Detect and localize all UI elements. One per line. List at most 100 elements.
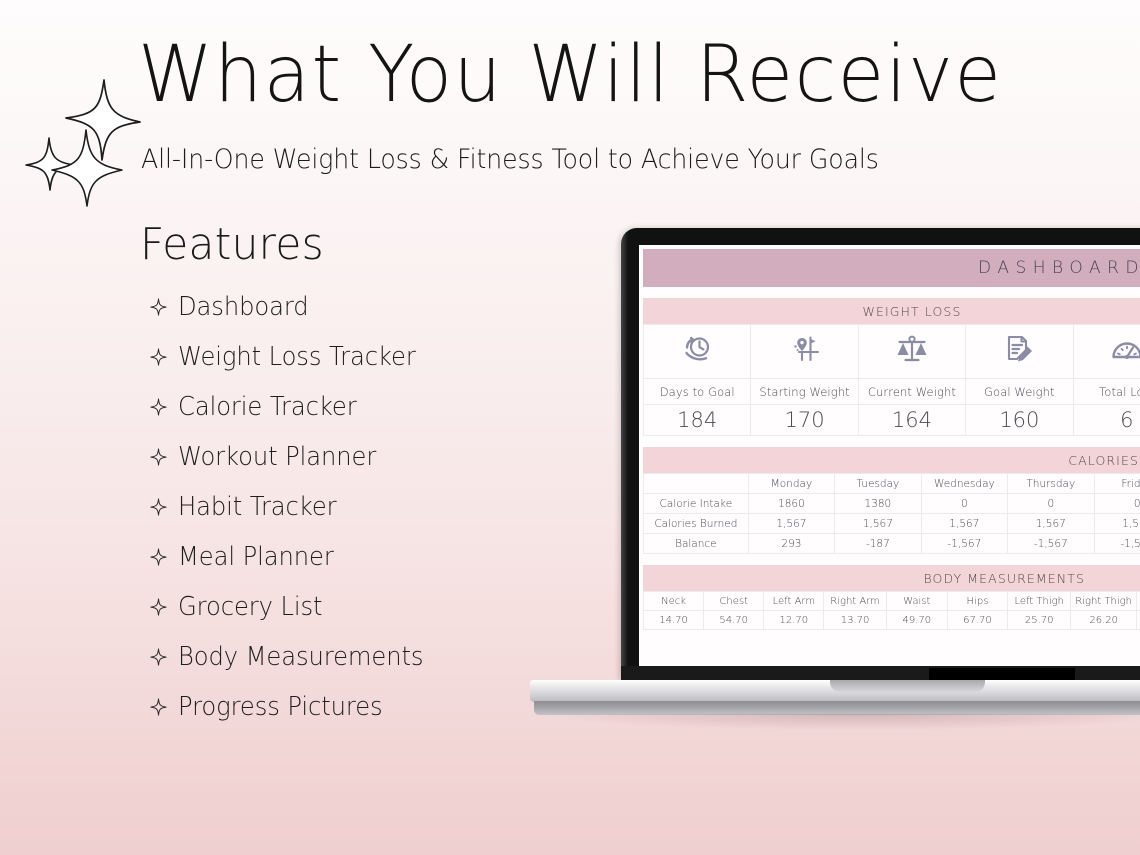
wl-label: Current Weight — [857, 378, 967, 405]
calories-day-header: Tuesday — [834, 473, 922, 494]
weight-loss-table: Days to Goal Starting Weight Current Wei… — [642, 324, 1140, 436]
location-flag-icon-cell — [750, 324, 859, 379]
body-measurements-table: Neck Chest Left Arm Right Arm Waist Hips… — [642, 591, 1140, 630]
table-row: 184 170 164 160 6 — [642, 404, 1140, 436]
features-heading: Features — [140, 219, 324, 270]
bm-header: Hips — [946, 591, 1009, 611]
bm-header: Right Arm — [823, 591, 887, 611]
four-point-star-icon — [148, 447, 168, 467]
table-row — [642, 324, 1140, 379]
bm-header: Neck — [642, 591, 705, 611]
feature-label: Grocery List — [178, 592, 323, 623]
feature-label: Calorie Tracker — [178, 392, 357, 423]
calories-band: CALORIES — [643, 447, 1140, 473]
bm-header: Right Thigh — [1070, 591, 1137, 611]
calories-cell[interactable]: -1,567 — [1093, 533, 1140, 554]
feature-label: Progress Pictures — [178, 692, 383, 723]
table-header-row: Neck Chest Left Arm Right Arm Waist Hips… — [642, 591, 1140, 611]
table-row: Calorie Intake 1860 1380 0 0 0 — [643, 493, 1140, 514]
table-row: Balance 293 -187 -1,567 -1,567 -1,567 — [643, 533, 1140, 554]
page-subtitle: All-In-One Weight Loss & Fitness Tool to… — [141, 144, 879, 175]
calories-day-header: Wednesday — [920, 473, 1009, 494]
weight-loss-band: WEIGHT LOSS — [643, 298, 1140, 324]
bm-value[interactable]: 25.70 — [1007, 610, 1072, 630]
calories-day-header: Friday — [1093, 473, 1140, 494]
bm-value[interactable]: 54.70 — [703, 610, 765, 630]
bm-value[interactable]: 49.70 — [885, 610, 948, 630]
calories-cell[interactable]: 1380 — [834, 493, 922, 514]
scales-icon-cell — [857, 324, 967, 379]
four-point-star-icon — [148, 297, 168, 317]
feature-label: Meal Planner — [178, 542, 334, 573]
bm-header: Left Thigh — [1007, 591, 1072, 611]
wl-value[interactable]: 160 — [965, 404, 1074, 436]
wl-value[interactable]: 164 — [857, 404, 967, 436]
bm-value[interactable]: 12.70 — [763, 610, 825, 630]
body-measurements-band: BODY MEASUREMENTS — [643, 565, 1140, 591]
wl-label: Starting Weight — [750, 378, 859, 405]
table-row: Calories Burned 1,567 1,567 1,567 1,567 … — [643, 513, 1140, 534]
feature-label: Workout Planner — [178, 442, 377, 473]
wl-value[interactable]: 184 — [642, 404, 752, 436]
calories-cell[interactable]: 1,567 — [747, 513, 836, 534]
calories-cell[interactable]: -187 — [834, 533, 922, 554]
feature-label: Body Measurements — [178, 642, 424, 673]
feature-label: Habit Tracker — [178, 492, 337, 523]
calories-cell[interactable]: 1,567 — [920, 513, 1009, 534]
wl-label: Total Lost — [1072, 378, 1140, 405]
dashboard-title: DASHBOARD — [978, 258, 1140, 278]
bm-header: Chest — [703, 591, 765, 611]
laptop-thumb-notch — [830, 680, 985, 692]
four-point-star-icon — [148, 397, 168, 417]
calories-cell[interactable]: -1,567 — [1007, 533, 1095, 554]
calories-cell[interactable]: 293 — [747, 533, 836, 554]
laptop-drop-shadow — [548, 714, 1140, 730]
wl-value[interactable]: 6 — [1072, 404, 1140, 436]
calories-cell[interactable]: 1,567 — [1093, 513, 1140, 534]
calories-day-header: Monday — [747, 473, 836, 494]
four-point-star-icon — [148, 347, 168, 367]
calories-cell[interactable]: 1,567 — [1007, 513, 1095, 534]
bm-value-clipped[interactable] — [1135, 610, 1140, 630]
bm-header: Waist — [885, 591, 948, 611]
wl-value[interactable]: 170 — [750, 404, 859, 436]
calories-row-label: Calorie Intake — [643, 493, 749, 514]
calories-corner-cell — [643, 473, 749, 494]
calories-cell[interactable]: 0 — [1007, 493, 1095, 514]
table-header-row: Monday Tuesday Wednesday Thursday Friday — [643, 473, 1140, 494]
calories-row-label: Balance — [643, 533, 749, 554]
laptop-mockup: DASHBOARD WEIGHT LOSS Days to Goal Start… — [530, 228, 1140, 730]
four-point-star-icon — [148, 597, 168, 617]
spacer — [643, 436, 1140, 447]
bm-header: Left Arm — [763, 591, 825, 611]
clock-globe-icon-cell — [642, 324, 752, 379]
bm-value[interactable]: 67.70 — [946, 610, 1009, 630]
bm-value[interactable]: 26.20 — [1070, 610, 1137, 630]
calories-cell[interactable]: -1,567 — [920, 533, 1009, 554]
calories-cell[interactable]: 0 — [1093, 493, 1140, 514]
wl-label: Goal Weight — [965, 378, 1074, 405]
gauge-icon-cell — [1072, 324, 1140, 379]
page-title: What You Will Receive — [138, 30, 1003, 120]
bm-value[interactable]: 14.70 — [642, 610, 705, 630]
spacer — [643, 554, 1140, 565]
bm-header-clipped: Le — [1135, 591, 1140, 611]
four-point-star-icon — [148, 647, 168, 667]
note-pencil-icon-cell — [965, 324, 1074, 379]
table-row: 14.70 54.70 12.70 13.70 49.70 67.70 25.7… — [642, 610, 1140, 630]
calories-cell[interactable]: 1860 — [747, 493, 836, 514]
calories-cell[interactable]: 0 — [920, 493, 1009, 514]
laptop-foot — [534, 701, 1140, 715]
calories-table: Monday Tuesday Wednesday Thursday Friday… — [643, 473, 1140, 554]
calories-day-header: Thursday — [1007, 473, 1095, 494]
bm-value[interactable]: 13.70 — [823, 610, 887, 630]
calories-cell[interactable]: 1,567 — [834, 513, 922, 534]
table-row: Days to Goal Starting Weight Current Wei… — [642, 378, 1140, 405]
wl-label: Days to Goal — [642, 378, 752, 405]
calories-row-label: Calories Burned — [643, 513, 749, 534]
four-point-star-icon — [148, 697, 168, 717]
spreadsheet-dashboard: DASHBOARD WEIGHT LOSS Days to Goal Start… — [639, 245, 1140, 666]
four-point-star-icon — [148, 547, 168, 567]
four-point-star-icon — [148, 497, 168, 517]
laptop-screen: DASHBOARD WEIGHT LOSS Days to Goal Start… — [639, 245, 1140, 666]
